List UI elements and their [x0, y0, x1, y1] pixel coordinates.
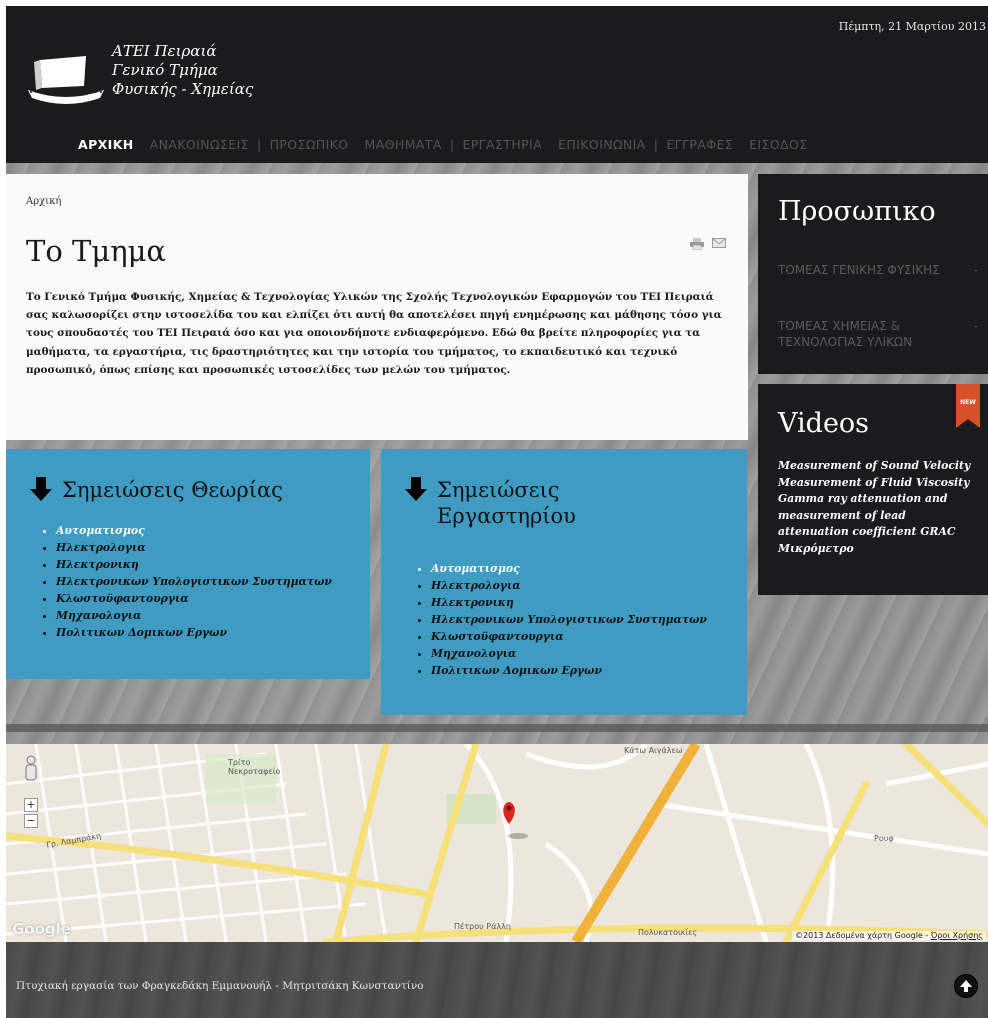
- nav-item-staff[interactable]: ΠΡΟΣΩΠΙΚΟ: [262, 137, 357, 152]
- lab-title-text: Σημειώσεις Εργαστηρίου: [437, 477, 576, 529]
- nav-item-registration[interactable]: ΕΓΓΡΑΦΕΣ: [658, 137, 741, 152]
- lab-title-line-2: Εργαστηρίου: [437, 504, 576, 528]
- video-link[interactable]: Measurement of Fluid Viscosity: [778, 475, 978, 492]
- lab-list: Αυτοματισμος Ηλεκτρολογια Ηλεκτρονικη Ηλ…: [431, 560, 707, 679]
- site-footer: Πτυχιακή εργασία των Φραγκεδάκη Εμμανουή…: [6, 942, 988, 1018]
- list-item[interactable]: Αυτοματισμος: [431, 560, 707, 577]
- staff-item-physics[interactable]: ΤΟΜΕΑΣ ΓΕΝΙΚΗΣ ΦΥΣΙΚΗΣ -: [778, 262, 978, 278]
- map-streets: [6, 744, 988, 942]
- google-logo[interactable]: Google: [12, 920, 71, 938]
- back-to-top-button[interactable]: [954, 974, 978, 998]
- list-item[interactable]: Κλωστοϋφαντουργια: [56, 590, 332, 607]
- current-date: Πέμπτη, 21 Μαρτίου 2013: [838, 20, 986, 33]
- intro-text: Το Γενικό Τμήμα Φυσικής, Χημείας & Τεχνο…: [26, 291, 722, 376]
- theory-title: Σημειώσεις Θεωρίας: [30, 477, 283, 503]
- list-item[interactable]: Κλωστοϋφαντουργια: [431, 628, 707, 645]
- footer-credits: Πτυχιακή εργασία των Φραγκεδάκη Εμμανουή…: [16, 980, 424, 992]
- list-item[interactable]: Ηλεκτρονικη: [431, 594, 707, 611]
- map-label-rouf: Ρουφ: [874, 834, 894, 843]
- arrow-down-icon: [30, 477, 52, 501]
- page-title: Το Τμημα: [26, 234, 167, 268]
- logo-line-1: ΑΤΕΙ Πειραιά: [112, 42, 217, 60]
- nav-item-courses[interactable]: ΜΑΘΗΜΑΤΑ: [357, 137, 450, 152]
- page-frame: Πέμπτη, 21 Μαρτίου 2013 ΑΤΕΙ Πειραιά Γεν…: [6, 6, 988, 1018]
- logo-line-2: Γενικό Τμήμα: [112, 61, 218, 79]
- staff-item-label: ΤΟΜΕΑΣ ΧΗΜΕΙΑΣ & ΤΕΧΝΟΛΟΓΙΑΣ ΥΛΙΚΩΝ: [778, 319, 913, 349]
- list-item[interactable]: Ηλεκτρολογια: [56, 539, 332, 556]
- print-icon[interactable]: [690, 238, 704, 250]
- arrow-up-icon: [960, 980, 972, 992]
- theory-notes-panel: Σημειώσεις Θεωρίας Αυτοματισμος Ηλεκτρολ…: [6, 449, 370, 679]
- nav-item-labs[interactable]: ΕΡΓΑΣΤΗΡΙΑ: [454, 137, 550, 152]
- new-badge: NEW: [956, 384, 980, 428]
- site-header: Πέμπτη, 21 Μαρτίου 2013 ΑΤΕΙ Πειραιά Γεν…: [6, 6, 988, 163]
- nav-item-contact[interactable]: ΕΠΙΚΟΙΝΩΝΙΑ: [550, 137, 654, 152]
- main-nav: ΑΡΧΙΚΗ ΑΝΑΚΟΙΝΩΣΕΙΣ | ΠΡΟΣΩΠΙΚΟ ΜΑΘΗΜΑΤΑ…: [78, 134, 816, 154]
- ship-logo-icon: [28, 56, 104, 104]
- nav-item-home[interactable]: ΑΡΧΙΚΗ: [78, 137, 142, 152]
- list-item[interactable]: Ηλεκτρονικων Υπολογιστικων Συστηματων: [56, 573, 332, 590]
- email-icon[interactable]: [712, 238, 726, 248]
- pegman-icon[interactable]: [20, 754, 42, 782]
- map-label-neighborhood: Κάτω Αιγάλεω: [624, 746, 683, 755]
- main-article: Αρχική Το Τμημα Το Γενικό Τμήμα Φυσικής,…: [6, 174, 748, 440]
- map-label-place: Πολυκατοικίες: [638, 928, 698, 937]
- lab-title: Σημειώσεις Εργαστηρίου: [405, 477, 576, 529]
- list-item[interactable]: Αυτοματισμος: [56, 522, 332, 539]
- zoom-out-button[interactable]: −: [24, 814, 38, 828]
- video-link[interactable]: Gamma ray attenuation and measurement of…: [778, 491, 978, 541]
- list-item[interactable]: Ηλεκτρονικων Υπολογιστικων Συστηματων: [431, 611, 707, 628]
- theory-title-text: Σημειώσεις Θεωρίας: [62, 478, 283, 502]
- list-item[interactable]: Μηχανολογια: [56, 607, 332, 624]
- map-attribution: ©2013 Δεδομένα χάρτη Google - Όροι Χρήση…: [792, 931, 986, 940]
- theory-list: Αυτοματισμος Ηλεκτρολογια Ηλεκτρονικη Ηλ…: [56, 522, 332, 641]
- nav-item-announcements[interactable]: ΑΝΑΚΟΙΝΩΣΕΙΣ: [142, 137, 257, 152]
- map-terms-link[interactable]: Όροι Χρήσης: [931, 931, 983, 940]
- list-item[interactable]: Πολιτικων Δομικων Εργων: [431, 662, 707, 679]
- arrow-down-icon: [405, 477, 427, 501]
- section-divider: [6, 724, 988, 732]
- nav-item-login[interactable]: ΕΙΣΟΔΟΣ: [741, 137, 815, 152]
- article-tools: [690, 238, 726, 250]
- staff-panel: Προσωπικο ΤΟΜΕΑΣ ΓΕΝΙΚΗΣ ΦΥΣΙΚΗΣ - ΤΟΜΕΑ…: [758, 174, 988, 374]
- lab-title-line-1: Σημειώσεις: [437, 478, 560, 502]
- list-item[interactable]: Ηλεκτρολογια: [431, 577, 707, 594]
- video-link[interactable]: Μικρόμετρο: [778, 541, 978, 558]
- map-label-cemetery: Τρίτο Νεκροταφείο: [228, 758, 281, 776]
- video-list: Measurement of Sound Velocity Measuremen…: [778, 458, 978, 557]
- collapse-icon[interactable]: -: [974, 318, 978, 334]
- list-item[interactable]: Ηλεκτρονικη: [56, 556, 332, 573]
- videos-panel: NEW Videos Measurement of Sound Velocity…: [758, 384, 988, 595]
- staff-item-chemistry[interactable]: ΤΟΜΕΑΣ ΧΗΜΕΙΑΣ & ΤΕΧΝΟΛΟΓΙΑΣ ΥΛΙΚΩΝ -: [778, 318, 978, 350]
- location-map[interactable]: Τρίτο Νεκροταφείο Κάτω Αιγάλεω Ρουφ Γρ. …: [6, 744, 988, 942]
- breadcrumb[interactable]: Αρχική: [26, 196, 61, 207]
- map-label-street: Πέτρου Ράλλη: [454, 922, 511, 931]
- collapse-icon[interactable]: -: [974, 262, 978, 278]
- site-logo[interactable]: ΑΤΕΙ Πειραιά Γενικό Τμήμα Φυσικής - Χημε…: [26, 42, 276, 122]
- list-item[interactable]: Πολιτικων Δομικων Εργων: [56, 624, 332, 641]
- videos-title: Videos: [778, 408, 870, 439]
- map-copyright: ©2013 Δεδομένα χάρτη Google -: [795, 931, 929, 940]
- staff-title: Προσωπικο: [778, 196, 936, 227]
- zoom-in-button[interactable]: +: [24, 798, 38, 812]
- logo-line-3: Φυσικής - Χημείας: [112, 80, 254, 98]
- video-link[interactable]: Measurement of Sound Velocity: [778, 458, 978, 475]
- staff-item-label: ΤΟΜΕΑΣ ΓΕΝΙΚΗΣ ΦΥΣΙΚΗΣ: [778, 263, 940, 277]
- lab-notes-panel: Σημειώσεις Εργαστηρίου Αυτοματισμος Ηλεκ…: [381, 449, 747, 715]
- list-item[interactable]: Μηχανολογια: [431, 645, 707, 662]
- logo-text: ΑΤΕΙ Πειραιά Γενικό Τμήμα Φυσικής - Χημε…: [112, 42, 253, 99]
